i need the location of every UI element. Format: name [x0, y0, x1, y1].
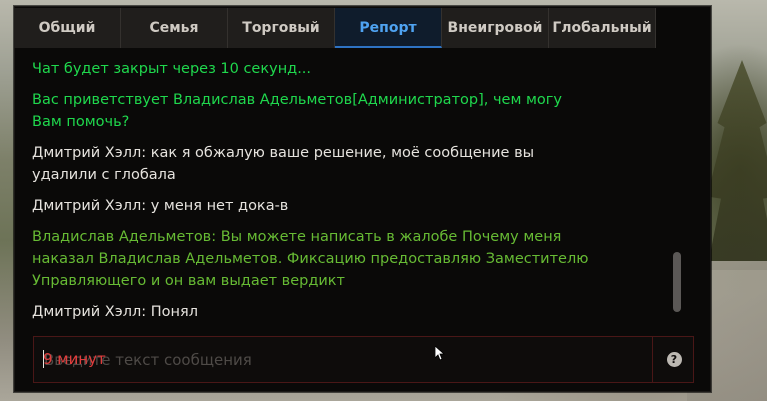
chat-message: Чат будет закрыт через 10 секунд...	[32, 61, 312, 77]
tab-trade[interactable]: Торговый	[228, 8, 335, 48]
tab-family[interactable]: Семья	[121, 8, 228, 48]
chat-message: Вас приветствует Владислав Адельметов[Ад…	[32, 92, 563, 130]
question-icon: ?	[666, 352, 682, 367]
text-caret	[43, 350, 44, 368]
chat-scrollbar[interactable]	[673, 252, 681, 312]
help-button[interactable]: ?	[652, 337, 695, 382]
mouse-pointer-icon	[435, 346, 446, 361]
tab-general[interactable]: Общий	[14, 8, 121, 48]
chat-tabs: Общий Семья Торговый Репорт Внеигровой Г…	[14, 8, 656, 48]
tab-report[interactable]: Репорт	[335, 8, 442, 48]
message-input-box: 9 минут ?	[33, 336, 694, 383]
chat-message: Дмитрий Хэлл: Понял	[32, 304, 198, 320]
tab-offgame[interactable]: Внеигровой	[442, 8, 549, 48]
chat-message: Дмитрий Хэлл: у меня нет дока-в	[32, 198, 289, 214]
background-tree	[707, 60, 767, 270]
chat-message: Владислав Адельметов: Вы можете написать…	[32, 229, 589, 289]
chat-message: Дмитрий Хэлл: как я обжалую ваше решение…	[32, 145, 535, 183]
message-input[interactable]	[44, 337, 644, 382]
tab-global[interactable]: Глобальный	[549, 8, 656, 48]
message-list: Чат будет закрыт через 10 секунд... Вас …	[32, 58, 592, 332]
